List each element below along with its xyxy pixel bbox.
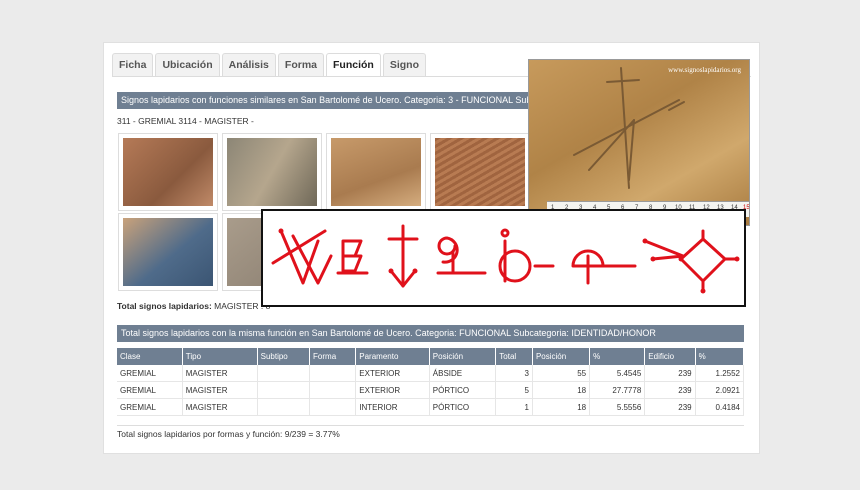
cell: 18 [532, 381, 591, 399]
category-subtitle: 311 - GREMIAL 3114 - MAGISTER - [117, 116, 254, 126]
cell: 239 [644, 365, 696, 382]
cell: MAGISTER [182, 398, 258, 416]
sign-drawings-overlay [261, 209, 746, 307]
cell [309, 365, 357, 382]
tab-ficha[interactable]: Ficha [112, 53, 154, 76]
sign-photo [331, 138, 421, 206]
same-function-header: Total signos lapidarios con la misma fun… [117, 325, 744, 342]
col-edificio: Edificio [644, 348, 696, 365]
sign-thumbnail[interactable] [118, 133, 218, 211]
mason-sign-2 [336, 239, 369, 275]
table-row: GREMIAL MAGISTER EXTERIOR PÓRTICO 5 18 2… [117, 381, 745, 399]
col-percent-2: % [695, 348, 745, 365]
sign-photo [435, 138, 525, 206]
cell: 27.7778 [589, 381, 646, 399]
col-percent: % [589, 348, 646, 365]
sign-drawings [271, 224, 740, 294]
col-subtipo: Subtipo [257, 348, 311, 365]
cell: PÓRTICO [429, 398, 497, 416]
table-footer-total: Total signos lapidarios por formas y fun… [117, 425, 744, 439]
cell: 1 [495, 398, 533, 416]
col-clase: Clase [117, 348, 183, 365]
tab-signo[interactable]: Signo [382, 53, 426, 76]
cell: ÁBSIDE [429, 365, 497, 382]
total-signs-label: Total signos lapidarios: [117, 301, 212, 311]
photo-watermark: www.signoslapidarios.org [668, 66, 741, 74]
cell: 239 [644, 381, 696, 399]
cell: 55 [532, 365, 591, 382]
tab-bar: Ficha Ubicación Análisis Forma Función S… [112, 53, 426, 76]
col-paramento: Paramento [355, 348, 430, 365]
mason-sign-7 [643, 229, 739, 293]
cell: 0.4184 [695, 398, 745, 416]
cell: GREMIAL [117, 398, 183, 416]
sign-photo [123, 138, 213, 206]
cell [257, 381, 311, 399]
sign-thumbnail[interactable] [118, 213, 218, 291]
col-posicion-2: Posición [532, 348, 591, 365]
cell: 239 [644, 398, 696, 416]
cell [257, 365, 311, 382]
sign-thumbnail[interactable] [222, 133, 322, 211]
mason-sign-3 [387, 224, 419, 288]
tab-funcion[interactable]: Función [326, 53, 381, 76]
cell: 1.2552 [695, 365, 745, 382]
tab-forma[interactable]: Forma [277, 53, 324, 76]
table-row: GREMIAL MAGISTER EXTERIOR ÁBSIDE 3 55 5.… [117, 365, 745, 382]
cell: 5.5556 [589, 398, 646, 416]
cell: 3 [495, 365, 533, 382]
table-header-row: Clase Tipo Subtipo Forma Paramento Posic… [117, 348, 745, 365]
col-forma: Forma [309, 348, 357, 365]
mason-sign-4 [436, 236, 487, 275]
cell: EXTERIOR [355, 381, 430, 399]
function-table: Clase Tipo Subtipo Forma Paramento Posic… [117, 348, 745, 416]
tab-analisis[interactable]: Análisis [221, 53, 276, 76]
cell [257, 398, 311, 416]
sign-photo [123, 218, 213, 286]
cell: PÓRTICO [429, 381, 497, 399]
sign-thumbnail[interactable] [430, 133, 530, 211]
mason-sign-6 [571, 249, 637, 285]
cell [309, 381, 357, 399]
cell: 2.0921 [695, 381, 745, 399]
cell: MAGISTER [182, 381, 258, 399]
sign-photo [227, 138, 317, 206]
mason-sign-1 [271, 229, 333, 285]
table-row: GREMIAL MAGISTER INTERIOR PÓRTICO 1 18 5… [117, 398, 745, 416]
col-tipo: Tipo [182, 348, 258, 365]
cell: EXTERIOR [355, 365, 430, 382]
cell: INTERIOR [355, 398, 430, 416]
tab-ubicacion[interactable]: Ubicación [155, 53, 220, 76]
cell: 5 [495, 381, 533, 399]
sign-thumbnail[interactable] [326, 133, 426, 211]
cell: GREMIAL [117, 381, 183, 399]
col-total: Total [495, 348, 533, 365]
col-posicion: Posición [429, 348, 497, 365]
cell: 18 [532, 398, 591, 416]
cell: MAGISTER [182, 365, 258, 382]
sign-photo-overlay: www.signoslapidarios.org 1 2 3 4 5 6 7 8… [528, 59, 750, 226]
cell: GREMIAL [117, 365, 183, 382]
cell [309, 398, 357, 416]
total-signs: Total signos lapidarios: MAGISTER : 8 [117, 301, 270, 311]
mason-sign-5 [498, 228, 555, 283]
cell: 5.4545 [589, 365, 646, 382]
